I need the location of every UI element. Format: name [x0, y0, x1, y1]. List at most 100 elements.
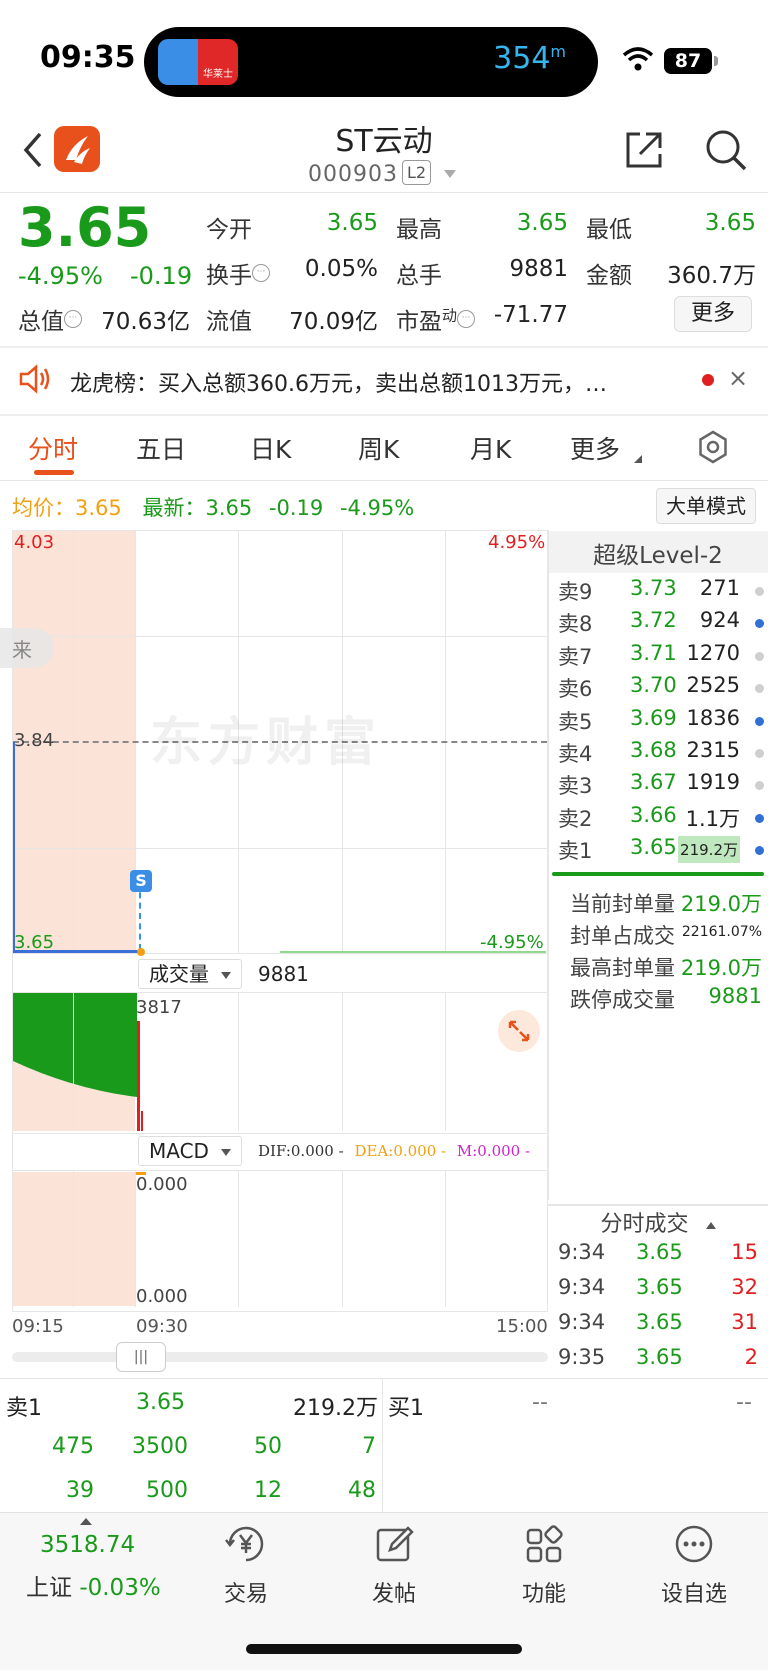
macd-bottom-label: 0.000	[136, 1286, 188, 1307]
marker-line	[139, 882, 141, 950]
announcement-text[interactable]: 龙虎榜：买入总额360.6万元，卖出总额1013万元，…	[70, 366, 674, 398]
trade-volume: 2	[744, 1345, 758, 1369]
pre-market-region	[13, 1172, 135, 1306]
ask-row[interactable]: 卖8 3.72 924	[558, 608, 764, 640]
edit-icon	[376, 1526, 414, 1562]
stock-code: 000903	[308, 162, 398, 187]
battery-tip	[714, 56, 718, 66]
info-icon[interactable]: ···	[457, 310, 476, 329]
nav-watchlist-label: 设自选	[660, 1582, 727, 1607]
volume-bars	[13, 993, 143, 1131]
bottom-buy-volume: --	[736, 1390, 752, 1415]
ask-label: 卖7	[558, 644, 593, 669]
ask-price: 3.65	[630, 835, 677, 860]
search-icon[interactable]	[704, 128, 748, 172]
macd-values: DIF:0.000 - DEA:0.000 - M:0.000 -	[258, 1142, 531, 1160]
trade-time: 9:34	[558, 1310, 606, 1334]
volume-indicator-dropdown[interactable]: 成交量	[138, 959, 242, 989]
big-order-mode-button[interactable]: 大单模式	[656, 488, 756, 524]
ask-row[interactable]: 卖7 3.71 1270	[558, 641, 764, 673]
home-indicator[interactable]	[246, 1644, 522, 1654]
level-badge[interactable]: L2	[402, 160, 432, 185]
more-icon	[675, 1525, 713, 1563]
float-label: 流值	[206, 309, 252, 335]
nav-watchlist[interactable]: 设自选	[634, 1522, 754, 1608]
side-tag[interactable]: 来	[0, 628, 54, 668]
level-dot	[755, 651, 764, 661]
signal-marker[interactable]: S	[130, 870, 152, 892]
level-dot	[755, 781, 764, 791]
ask-label: 卖3	[558, 774, 593, 799]
close-icon[interactable]: ×	[728, 364, 748, 392]
divider	[382, 1378, 383, 1512]
trade-price: 3.65	[636, 1310, 683, 1334]
scroll-handle[interactable]: |||	[116, 1342, 166, 1372]
tab-weekly[interactable]: 周K	[358, 430, 399, 466]
index-info[interactable]: 上证 -0.03%	[26, 1568, 161, 1602]
divider	[0, 414, 768, 416]
ask-row[interactable]: 卖2 3.66 1.1万	[558, 803, 764, 835]
ask-row[interactable]: 卖4 3.68 2315	[558, 738, 764, 770]
watermark: 东方财富	[150, 713, 383, 773]
level2-title[interactable]: 超级Level-2	[548, 536, 768, 570]
grid-line	[238, 993, 239, 1131]
info-icon[interactable]: ···	[64, 310, 82, 329]
yen-icon	[225, 1526, 264, 1562]
level-dot	[755, 846, 764, 856]
ask-label: 卖6	[558, 677, 593, 702]
island-app-icon: 华莱士	[158, 39, 238, 85]
trade-price: 3.65	[636, 1275, 683, 1299]
open-value: 3.65	[326, 210, 378, 236]
index-value[interactable]: 3518.74	[40, 1532, 135, 1558]
ask-price: 3.73	[630, 576, 677, 600]
chevron-down-icon	[634, 455, 642, 463]
book-cell: 50	[254, 1434, 282, 1459]
book-cell: 500	[146, 1478, 188, 1503]
divider	[0, 346, 768, 348]
info-icon[interactable]: ···	[252, 264, 270, 283]
limit-down-line	[280, 951, 546, 953]
tab-more[interactable]: 更多	[570, 430, 620, 466]
trades-title[interactable]: 分时成交	[548, 1206, 768, 1238]
chevron-up-icon[interactable]	[80, 1518, 92, 1525]
ask-row[interactable]: 卖1 3.65 219.2万	[558, 835, 764, 867]
macd-indicator-dropdown[interactable]: MACD	[138, 1136, 242, 1166]
pre-market-line	[13, 742, 15, 952]
ask-volume: 924	[699, 608, 740, 633]
status-time: 09:35	[40, 40, 136, 75]
grid-line	[445, 1171, 446, 1307]
share-icon[interactable]	[622, 128, 666, 172]
open-label: 今开	[206, 217, 252, 243]
bottom-buy-price: --	[532, 1390, 548, 1415]
ask-row[interactable]: 卖9 3.73 271	[558, 576, 764, 608]
ask-label: 卖1	[558, 839, 593, 864]
dynamic-island[interactable]: 华莱士 354m	[144, 27, 598, 97]
chevron-down-icon	[220, 1149, 231, 1156]
book-cell: 475	[52, 1434, 94, 1459]
trade-volume: 32	[731, 1275, 758, 1299]
time-start: 09:15	[12, 1316, 64, 1337]
nav-trade[interactable]: 交易	[186, 1522, 306, 1608]
book-cell: 48	[348, 1478, 376, 1503]
price-summary: 均价：3.65 最新：3.65 -0.19 -4.95%	[12, 496, 415, 520]
book-cell: 3500	[132, 1434, 188, 1459]
tab-5day[interactable]: 五日	[136, 430, 186, 466]
level-dot	[755, 619, 764, 629]
expand-icon[interactable]	[498, 1010, 540, 1052]
tab-monthly[interactable]: 月K	[470, 430, 511, 466]
chevron-down-icon	[221, 972, 231, 979]
tab-daily[interactable]: 日K	[250, 430, 291, 466]
chart-scrollbar[interactable]	[12, 1352, 548, 1362]
ask-row[interactable]: 卖3 3.67 1919	[558, 770, 764, 802]
time-end: 15:00	[496, 1316, 548, 1337]
ask-label: 卖2	[558, 806, 593, 831]
chevron-down-icon[interactable]	[444, 170, 456, 178]
ask-row[interactable]: 卖6 3.70 2525	[558, 673, 764, 705]
more-button[interactable]: 更多	[674, 296, 752, 332]
tab-intraday[interactable]: 分时	[28, 430, 78, 466]
nav-functions[interactable]: 功能	[484, 1522, 604, 1608]
nav-post[interactable]: 发帖	[334, 1522, 454, 1608]
ask-row[interactable]: 卖5 3.69 1836	[558, 706, 764, 738]
gear-icon[interactable]	[696, 430, 730, 464]
book-cell: 39	[66, 1478, 94, 1503]
